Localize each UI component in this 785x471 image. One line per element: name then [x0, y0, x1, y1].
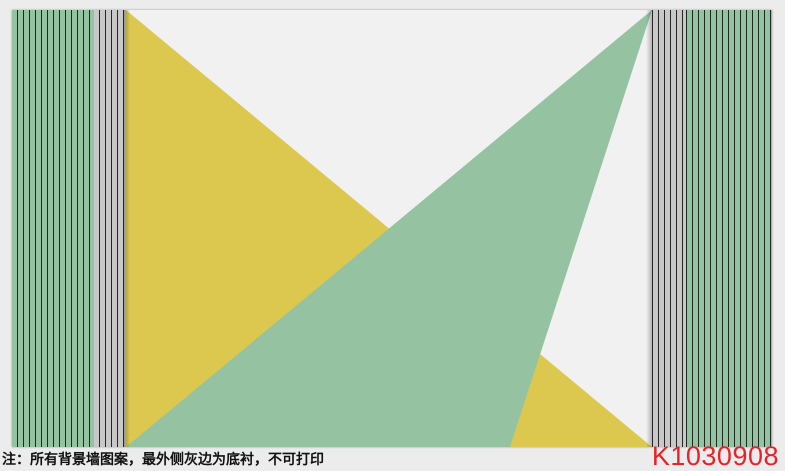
printing-note: 注：所有背景墙图案，最外侧灰边为底衬，不可打印: [2, 452, 324, 468]
mural-preview: [12, 10, 772, 447]
right-grey-stripes: [652, 10, 686, 447]
panel-shadow-left: [124, 10, 130, 447]
right-green-stripes: [686, 10, 772, 447]
left-green-stripes: [12, 10, 94, 447]
product-code: K1030908: [651, 441, 779, 471]
geometric-panel: [126, 10, 652, 447]
left-grey-stripes: [94, 10, 126, 447]
page: 注：所有背景墙图案，最外侧灰边为底衬，不可打印 K1030908: [0, 0, 785, 471]
